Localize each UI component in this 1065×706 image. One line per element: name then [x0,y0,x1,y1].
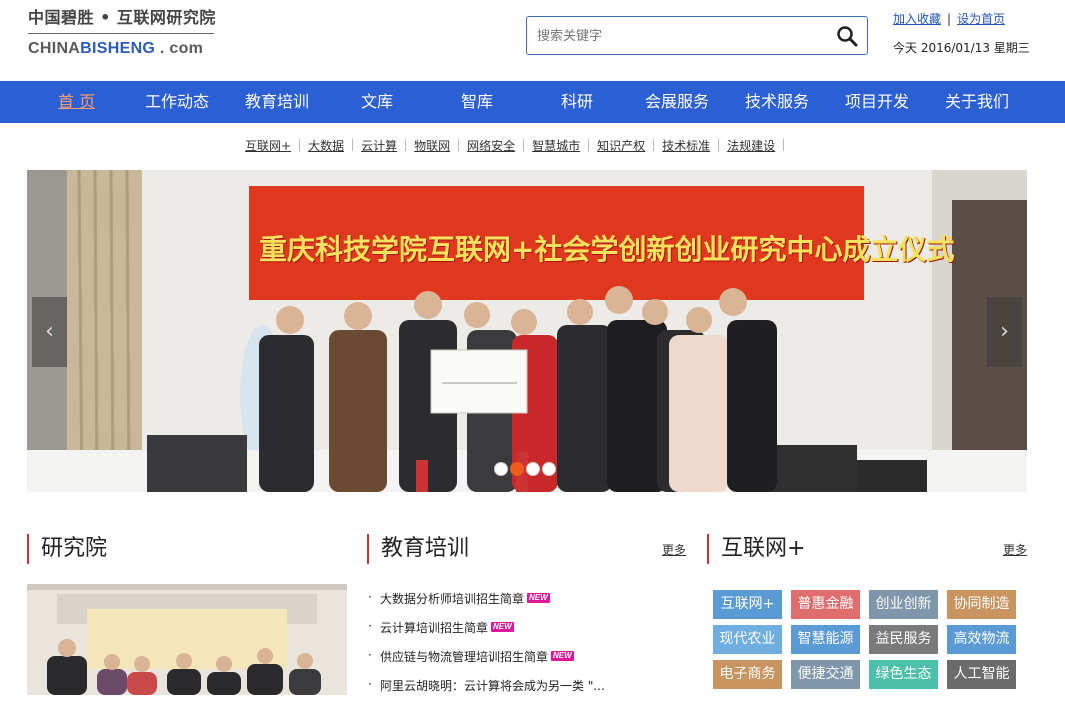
slide-dot-3[interactable] [526,462,540,476]
search-icon [837,26,858,47]
site-logo[interactable]: 中国碧胜 • 互联网研究院 CHINABISHENG . com [28,4,218,64]
tag-2[interactable]: 普惠金融 [791,590,860,619]
tag-3[interactable]: 创业创新 [869,590,938,619]
slide-dot-2[interactable] [510,462,524,476]
list-item[interactable]: 大数据分析师培训招生简章NEW [368,590,688,619]
subnav-smart-city[interactable]: 智慧城市 [532,139,580,153]
set-homepage-link[interactable]: 设为首页 [957,12,1005,26]
subnav-internet-plus[interactable]: 互联网+ [245,139,291,153]
subnav-ip[interactable]: 知识产权 [597,139,645,153]
chevron-right-icon: › [1000,319,1009,344]
tag-8[interactable]: 高效物流 [947,625,1016,654]
logo-divider [28,33,214,34]
subnav-separator [352,139,354,151]
banner-prev-button[interactable]: ‹ [32,297,67,367]
tag-1[interactable]: 互联网+ [713,590,782,619]
education-news-list: 大数据分析师培训招生简章NEW 云计算培训招生简章NEW 供应链与物流管理培训招… [368,590,688,706]
subnav-big-data[interactable]: 大数据 [308,139,344,153]
subnav-tech-standards[interactable]: 技术标准 [662,139,710,153]
nav-item-tech-services[interactable]: 技术服务 [745,81,809,123]
tag-9[interactable]: 电子商务 [713,660,782,689]
logo-chinese-text: 中国碧胜 • 互联网研究院 [28,8,216,27]
banner-next-button[interactable]: › [987,297,1022,367]
new-badge: NEW [491,622,514,632]
subnav-separator [718,139,720,151]
main-nav: 首 页 工作动态 教育培训 文库 智库 科研 会展服务 技术服务 项目开发 关于… [0,81,1065,123]
list-item[interactable]: 阿里云胡晓明：云计算将会成为另一类 "... [368,677,688,706]
tag-12[interactable]: 人工智能 [947,660,1016,689]
tag-11[interactable]: 绿色生态 [869,660,938,689]
section-title-internet-plus: 互联网+ [707,534,805,564]
current-date: 今天 2016/01/13 星期三 [893,41,1030,55]
subnav-network-security[interactable]: 网络安全 [467,139,515,153]
search-input[interactable] [537,26,827,46]
nav-item-think-tank[interactable]: 智库 [461,81,493,123]
nav-item-education[interactable]: 教育培训 [245,81,309,123]
subnav-separator [299,139,301,151]
institute-photo[interactable] [27,584,347,695]
top-links: 加入收藏 | 设为首页 [893,10,1005,27]
subnav-cloud-computing[interactable]: 云计算 [361,139,397,153]
internet-more-link[interactable]: 更多 [1003,541,1027,558]
subnav-separator [783,139,785,151]
nav-item-project-dev[interactable]: 项目开发 [845,81,909,123]
tag-6[interactable]: 智慧能源 [791,625,860,654]
nav-item-research[interactable]: 科研 [561,81,593,123]
banner-text: 重庆科技学院互联网+社会学创新创业研究中心成立仪式 [259,233,955,266]
nav-item-about-us[interactable]: 关于我们 [945,81,1009,123]
subnav-separator [523,139,525,151]
nav-item-exhibition[interactable]: 会展服务 [645,81,709,123]
subnav-iot[interactable]: 物联网 [414,139,450,153]
list-item[interactable]: 云计算培训招生简章NEW [368,619,688,648]
new-badge: NEW [527,593,550,603]
header: 中国碧胜 • 互联网研究院 CHINABISHENG . com 加入收藏 | 设为… [0,0,1065,81]
slide-dot-4[interactable] [542,462,556,476]
subnav-separator [588,139,590,151]
nav-item-library[interactable]: 文库 [361,81,393,123]
tag-7[interactable]: 益民服务 [869,625,938,654]
list-item[interactable]: 供应链与物流管理培训招生简章NEW [368,648,688,677]
nav-item-work-news[interactable]: 工作动态 [145,81,209,123]
search-button[interactable] [835,24,859,48]
section-title-institute: 研究院 [27,534,107,564]
top-links-separator: | [947,12,952,26]
search-box [526,16,868,55]
banner-slideshow[interactable]: 重庆科技学院互联网+社会学创新创业研究中心成立仪式 [27,170,1027,492]
logo-english-text: CHINABISHENG . com [28,40,204,57]
slide-dot-1[interactable] [494,462,508,476]
education-more-link[interactable]: 更多 [662,541,686,558]
nav-item-home[interactable]: 首 页 [58,81,95,123]
tag-4[interactable]: 协同制造 [947,590,1016,619]
new-badge: NEW [551,651,574,661]
subnav-separator [653,139,655,151]
group-photo [27,584,347,695]
section-title-education: 教育培训 [367,534,469,564]
banner-photo [27,170,1027,492]
tag-5[interactable]: 现代农业 [713,625,782,654]
subnav-separator [405,139,407,151]
tag-10[interactable]: 便捷交通 [791,660,860,689]
add-favorite-link[interactable]: 加入收藏 [893,12,941,26]
sub-nav: 互联网+ 大数据 云计算 物联网 网络安全 智慧城市 知识产权 技术标准 法规建设 [245,137,792,154]
subnav-legal[interactable]: 法规建设 [727,139,775,153]
chevron-left-icon: ‹ [45,319,54,344]
subnav-separator [458,139,460,151]
